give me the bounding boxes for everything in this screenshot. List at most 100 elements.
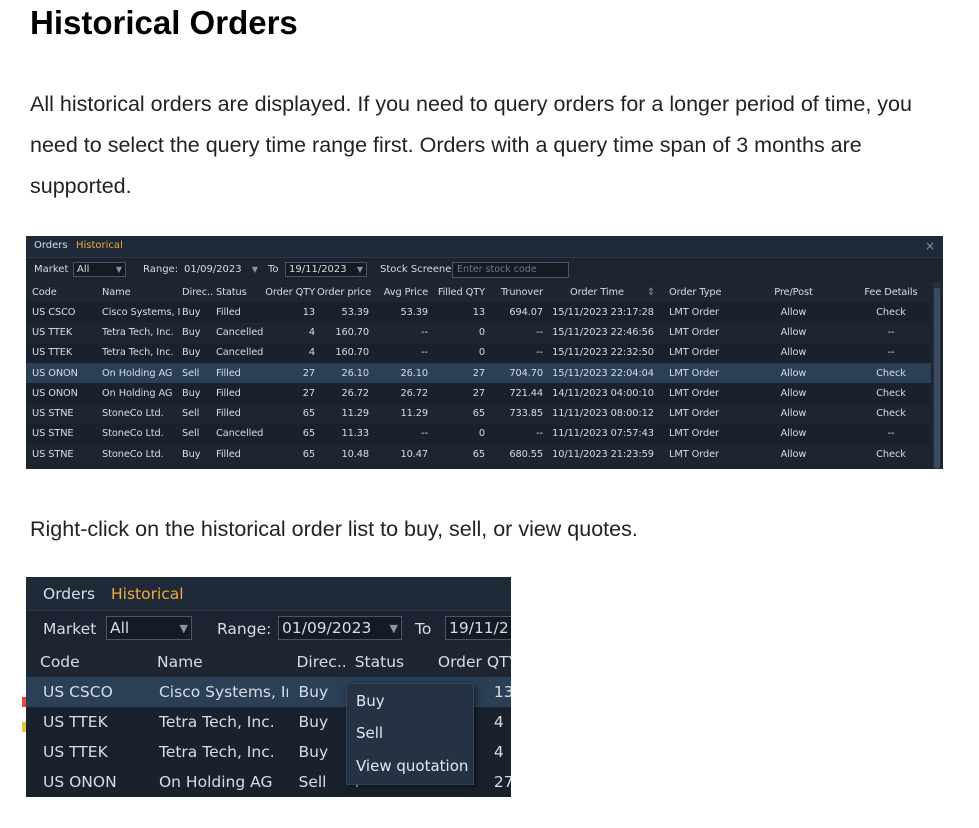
code-cell[interactable]: US TTEK — [26, 322, 96, 342]
range-to-select[interactable]: 19/11/2023 ▼ — [285, 262, 367, 277]
pre-post-cell: Allow — [780, 306, 807, 318]
range-label: Range: — [143, 264, 179, 275]
column-header[interactable]: Pre/Post — [736, 282, 851, 302]
column-header[interactable]: Order price — [317, 282, 371, 302]
column-header[interactable]: Direc... — [288, 646, 345, 677]
order-type-cell: LMT Order — [669, 448, 719, 460]
column-header[interactable]: Avg Price — [371, 282, 430, 302]
column-header[interactable]: Direc... — [180, 282, 214, 302]
intro-paragraph: All historical orders are displayed. If … — [30, 92, 912, 198]
name-cell: Tetra Tech, Inc. — [102, 347, 174, 359]
context-menu-sell[interactable]: Sell — [356, 724, 383, 742]
chevron-down-icon: ▼ — [251, 265, 258, 274]
order-type-cell: LMT Order — [669, 367, 719, 379]
order-price-cell: 10.48 — [341, 448, 369, 460]
turnover-cell: -- — [536, 428, 543, 440]
column-header[interactable]: Code — [26, 282, 96, 302]
column-header[interactable]: Status — [344, 646, 424, 677]
table-row[interactable]: US ONON On Holding AG Sell Filled 27 26.10 26.… — [26, 362, 931, 384]
order-time-cell: 15/11/2023 23:17:28 — [552, 306, 654, 318]
range-label: Range: — [217, 620, 272, 638]
fee-check-link[interactable]: Check — [851, 363, 931, 383]
range-from-value: 01/09/2023 — [282, 619, 372, 637]
name-cell: On Holding AG — [102, 387, 173, 399]
code-cell[interactable]: US TTEK — [26, 737, 151, 767]
to-label: To — [268, 264, 279, 275]
column-header[interactable]: Trunover — [487, 282, 547, 302]
market-label: Market — [34, 264, 69, 275]
code-cell[interactable]: US STNE — [26, 444, 96, 464]
column-header[interactable]: Fee Details — [851, 282, 931, 302]
stock-code-input[interactable]: Enter stock code — [452, 262, 569, 278]
code-cell[interactable]: US ONON — [26, 767, 151, 797]
order-qty-cell: 27 — [302, 367, 315, 379]
table-row[interactable]: US CSCO Cisco Systems, Inc.Buy Filled 13 53.… — [26, 302, 931, 323]
turnover-cell: -- — [536, 347, 543, 359]
direction-cell: Sell — [182, 367, 200, 379]
pre-post-cell: Allow — [780, 387, 807, 399]
historical-orders-panel: Orders Historical × Market All ▼ Range: … — [26, 236, 943, 469]
context-menu-view-quotation[interactable]: View quotation — [356, 757, 468, 775]
fee-cell: -- — [887, 347, 895, 359]
order-type-cell: LMT Order — [669, 347, 719, 359]
close-icon[interactable]: × — [925, 239, 935, 253]
filled-qty-cell: 27 — [472, 367, 485, 379]
fee-check-link[interactable]: Check — [851, 302, 931, 322]
table-row[interactable]: US TTEK Tetra Tech, Inc. Buy Cancelled 4 160.… — [26, 342, 931, 363]
status-cell: Filled — [216, 306, 241, 318]
table-row[interactable]: US STNE StoneCo Ltd. Buy Filled 65 10.48 10.47… — [26, 444, 931, 465]
column-header[interactable]: Order QTY — [265, 282, 317, 302]
turnover-cell: 733.85 — [509, 408, 543, 420]
market-select[interactable]: All ▼ — [106, 616, 192, 640]
vertical-scrollbar[interactable] — [933, 282, 941, 469]
fee-check-link[interactable]: Check — [851, 444, 931, 464]
code-cell[interactable]: US TTEK — [26, 343, 96, 363]
avg-price-cell: 26.72 — [400, 387, 428, 399]
context-menu-buy[interactable]: Buy — [356, 692, 385, 710]
column-header[interactable]: Filled QTY — [430, 282, 487, 302]
avg-price-cell: 10.47 — [400, 448, 428, 460]
tab-orders[interactable]: Orders — [43, 585, 95, 603]
range-from-select[interactable]: 01/09/2023 ▼ — [180, 262, 262, 277]
name-cell: Tetra Tech, Inc. — [158, 743, 275, 761]
pre-post-cell: Allow — [780, 367, 807, 379]
order-qty-cell: 65 — [302, 408, 315, 420]
order-price-cell: 160.70 — [335, 347, 369, 359]
column-header[interactable]: Order Time ⇕ — [547, 282, 659, 302]
table-row[interactable]: US ONON On Holding AG Buy Filled 27 26.72 26.7… — [26, 383, 931, 404]
tab-historical[interactable]: Historical — [76, 240, 123, 251]
name-cell: On Holding AG — [158, 773, 273, 791]
scrollbar-thumb[interactable] — [934, 288, 940, 468]
fee-check-link[interactable]: Check — [851, 403, 931, 423]
column-header[interactable]: Status — [214, 282, 265, 302]
range-from-select[interactable]: 01/09/2023 ▼ — [278, 616, 402, 640]
column-header[interactable]: Code — [26, 646, 151, 677]
range-to-select[interactable]: 19/11/2 — [445, 616, 511, 640]
table-row[interactable]: US STNE StoneCo Ltd. Sell Filled 65 11.29 11.2… — [26, 403, 931, 424]
code-cell[interactable]: US ONON — [26, 383, 96, 403]
code-cell[interactable]: US STNE — [26, 424, 96, 444]
table-row[interactable]: US STNE StoneCo Ltd. Sell Cancelled 65 11.33 -… — [26, 423, 931, 445]
turnover-cell: 704.70 — [509, 367, 543, 379]
column-header[interactable]: Name — [150, 646, 289, 677]
tab-orders[interactable]: Orders — [34, 240, 68, 251]
market-select[interactable]: All ▼ — [73, 262, 126, 277]
fee-check-link[interactable]: Check — [851, 383, 931, 403]
code-cell[interactable]: US CSCO — [26, 677, 151, 707]
name-cell: StoneCo Ltd. — [102, 428, 164, 440]
tab-historical[interactable]: Historical — [111, 585, 184, 603]
status-cell: Cancelled — [216, 428, 264, 440]
turnover-cell: 680.55 — [509, 448, 543, 460]
code-cell[interactable]: US STNE — [26, 403, 96, 423]
column-header[interactable]: Order QTY — [423, 646, 511, 677]
column-header[interactable]: Name — [96, 282, 180, 302]
sort-icon[interactable]: ⇕ — [647, 287, 655, 298]
pre-post-cell: Allow — [780, 448, 807, 460]
code-cell[interactable]: US ONON — [26, 363, 96, 383]
chevron-down-icon: ▼ — [356, 265, 363, 274]
code-cell[interactable]: US CSCO — [26, 302, 96, 322]
order-time-cell: 14/11/2023 04:00:10 — [552, 387, 654, 399]
code-cell[interactable]: US TTEK — [26, 707, 151, 737]
column-header[interactable]: Order Type — [659, 282, 736, 302]
table-row[interactable]: US TTEK Tetra Tech, Inc. Buy Cancelled 4 160.… — [26, 322, 931, 343]
